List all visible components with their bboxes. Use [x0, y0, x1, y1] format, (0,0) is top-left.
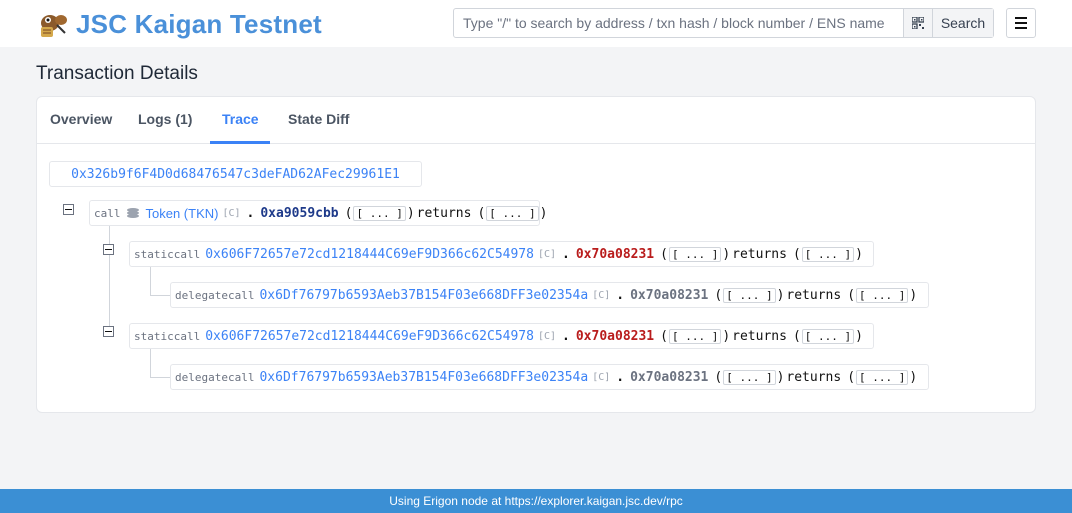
- method-selector: 0x70a08231: [575, 328, 655, 344]
- returns-expand-button[interactable]: [ ... ]: [801, 246, 855, 262]
- returns-close: ): [909, 369, 918, 385]
- args-expand-button[interactable]: [ ... ]: [668, 246, 722, 262]
- args-close: ): [406, 205, 415, 221]
- method-dot: .: [616, 287, 625, 303]
- args-close: ): [722, 328, 731, 344]
- tab-trace[interactable]: Trace: [222, 111, 259, 127]
- returns-open: (: [847, 369, 856, 385]
- trace-node-delegatecall: delegatecall 0x6Df76797b6593Aeb37B154F03…: [170, 364, 929, 390]
- tab-state-diff[interactable]: State Diff: [288, 111, 349, 127]
- tree-connector: [150, 266, 151, 296]
- footer-bar: Using Erigon node at https://explorer.ka…: [0, 489, 1072, 513]
- hamburger-menu-button[interactable]: [1006, 8, 1036, 38]
- returns-open: (: [792, 328, 801, 344]
- address-link[interactable]: 0x606F72657e72cd1218444C69eF9D366c62C549…: [205, 247, 534, 262]
- trace-root-address[interactable]: 0x326b9f6F4D0d68476547c3deFAD62AFec29961…: [49, 161, 422, 187]
- tree-connector: [150, 377, 170, 378]
- args-expand-button[interactable]: [ ... ]: [668, 328, 722, 344]
- method-dot: .: [562, 328, 570, 344]
- call-type-label: staticcall: [134, 329, 201, 343]
- trace-node-staticcall: staticcall 0x606F72657e72cd1218444C69eF9…: [129, 323, 874, 349]
- minus-icon: [105, 331, 112, 332]
- method-dot: .: [246, 205, 255, 221]
- coins-icon: [126, 208, 139, 218]
- minus-icon: [65, 209, 72, 210]
- returns-label: returns: [786, 287, 842, 303]
- call-type-label: staticcall: [134, 247, 201, 261]
- args-expand-button[interactable]: [ ... ]: [723, 287, 776, 303]
- tab-logs[interactable]: Logs (1): [138, 111, 192, 127]
- page-title: Transaction Details: [36, 63, 198, 84]
- top-navbar: JSC Kaigan Testnet Search: [0, 0, 1072, 47]
- args-close: ): [722, 246, 731, 262]
- search-bar: Search: [453, 8, 994, 38]
- args-expand-button[interactable]: [ ... ]: [723, 369, 776, 385]
- tab-overview[interactable]: Overview: [50, 111, 112, 127]
- method-selector: 0x70a08231: [575, 246, 655, 262]
- address-link[interactable]: 0x6Df76797b6593Aeb37B154F03e668DFF3e0235…: [259, 370, 588, 385]
- call-type-label: call: [94, 206, 121, 220]
- method-dot: .: [616, 369, 625, 385]
- returns-close: ): [909, 287, 918, 303]
- returns-expand-button[interactable]: [ ... ]: [486, 205, 539, 221]
- token-link[interactable]: Token (TKN): [126, 205, 219, 221]
- token-label: Token (TKN): [145, 205, 219, 221]
- returns-expand-button[interactable]: [ ... ]: [856, 287, 909, 303]
- contract-flag: [C]: [592, 289, 611, 301]
- returns-label: returns: [732, 328, 787, 344]
- returns-close: ): [855, 328, 863, 344]
- call-type-label: delegatecall: [175, 370, 255, 384]
- args-open: (: [714, 369, 723, 385]
- search-button[interactable]: Search: [932, 9, 993, 37]
- returns-close: ): [539, 205, 548, 221]
- tree-connector: [150, 348, 151, 378]
- trace-node-staticcall: staticcall 0x606F72657e72cd1218444C69eF9…: [129, 241, 874, 267]
- app-title: JSC Kaigan Testnet: [76, 9, 322, 39]
- contract-flag: [C]: [537, 330, 557, 342]
- returns-expand-button[interactable]: [ ... ]: [801, 328, 855, 344]
- args-close: ): [776, 369, 785, 385]
- tree-connector: [150, 295, 170, 296]
- qr-code-icon: [912, 17, 924, 29]
- trace-node-delegatecall: delegatecall 0x6Df76797b6593Aeb37B154F03…: [170, 282, 929, 308]
- call-type-label: delegatecall: [175, 288, 255, 302]
- method-selector: 0xa9059cbb: [260, 205, 339, 221]
- footer-text: Using Erigon node at https://explorer.ka…: [389, 494, 683, 508]
- returns-label: returns: [732, 246, 787, 262]
- contract-flag: [C]: [592, 371, 611, 383]
- args-close: ): [776, 287, 785, 303]
- address-link[interactable]: 0x6Df76797b6593Aeb37B154F03e668DFF3e0235…: [259, 288, 588, 303]
- returns-open: (: [477, 205, 486, 221]
- args-open: (: [660, 246, 668, 262]
- method-selector: 0x70a08231: [630, 287, 709, 303]
- address-link[interactable]: 0x606F72657e72cd1218444C69eF9D366c62C549…: [205, 329, 534, 344]
- brand-link[interactable]: JSC Kaigan Testnet: [37, 9, 322, 40]
- minus-icon: [105, 249, 112, 250]
- args-open: (: [660, 328, 668, 344]
- args-open: (: [344, 205, 353, 221]
- args-expand-button[interactable]: [ ... ]: [353, 205, 406, 221]
- tab-bar: Overview Logs (1) Trace State Diff: [37, 97, 1035, 144]
- trace-node-call: call Token (TKN) [C] . 0xa9059cbb ( [ ..…: [89, 200, 547, 226]
- returns-label: returns: [416, 205, 472, 221]
- collapse-toggle[interactable]: [63, 204, 74, 215]
- collapse-toggle[interactable]: [103, 326, 114, 337]
- method-dot: .: [562, 246, 570, 262]
- returns-label: returns: [786, 369, 842, 385]
- search-input[interactable]: [454, 9, 903, 37]
- kaigan-logo-icon: [41, 14, 67, 37]
- returns-open: (: [847, 287, 856, 303]
- args-open: (: [714, 287, 723, 303]
- active-tab-indicator: [210, 141, 270, 144]
- contract-flag: [C]: [222, 207, 241, 219]
- returns-expand-button[interactable]: [ ... ]: [856, 369, 909, 385]
- tree-connector: [109, 225, 110, 337]
- hamburger-menu-icon: [1015, 17, 1027, 19]
- collapse-toggle[interactable]: [103, 244, 114, 255]
- method-selector: 0x70a08231: [630, 369, 709, 385]
- contract-flag: [C]: [537, 248, 557, 260]
- returns-close: ): [855, 246, 863, 262]
- returns-open: (: [792, 246, 801, 262]
- qr-scan-button[interactable]: [903, 9, 932, 37]
